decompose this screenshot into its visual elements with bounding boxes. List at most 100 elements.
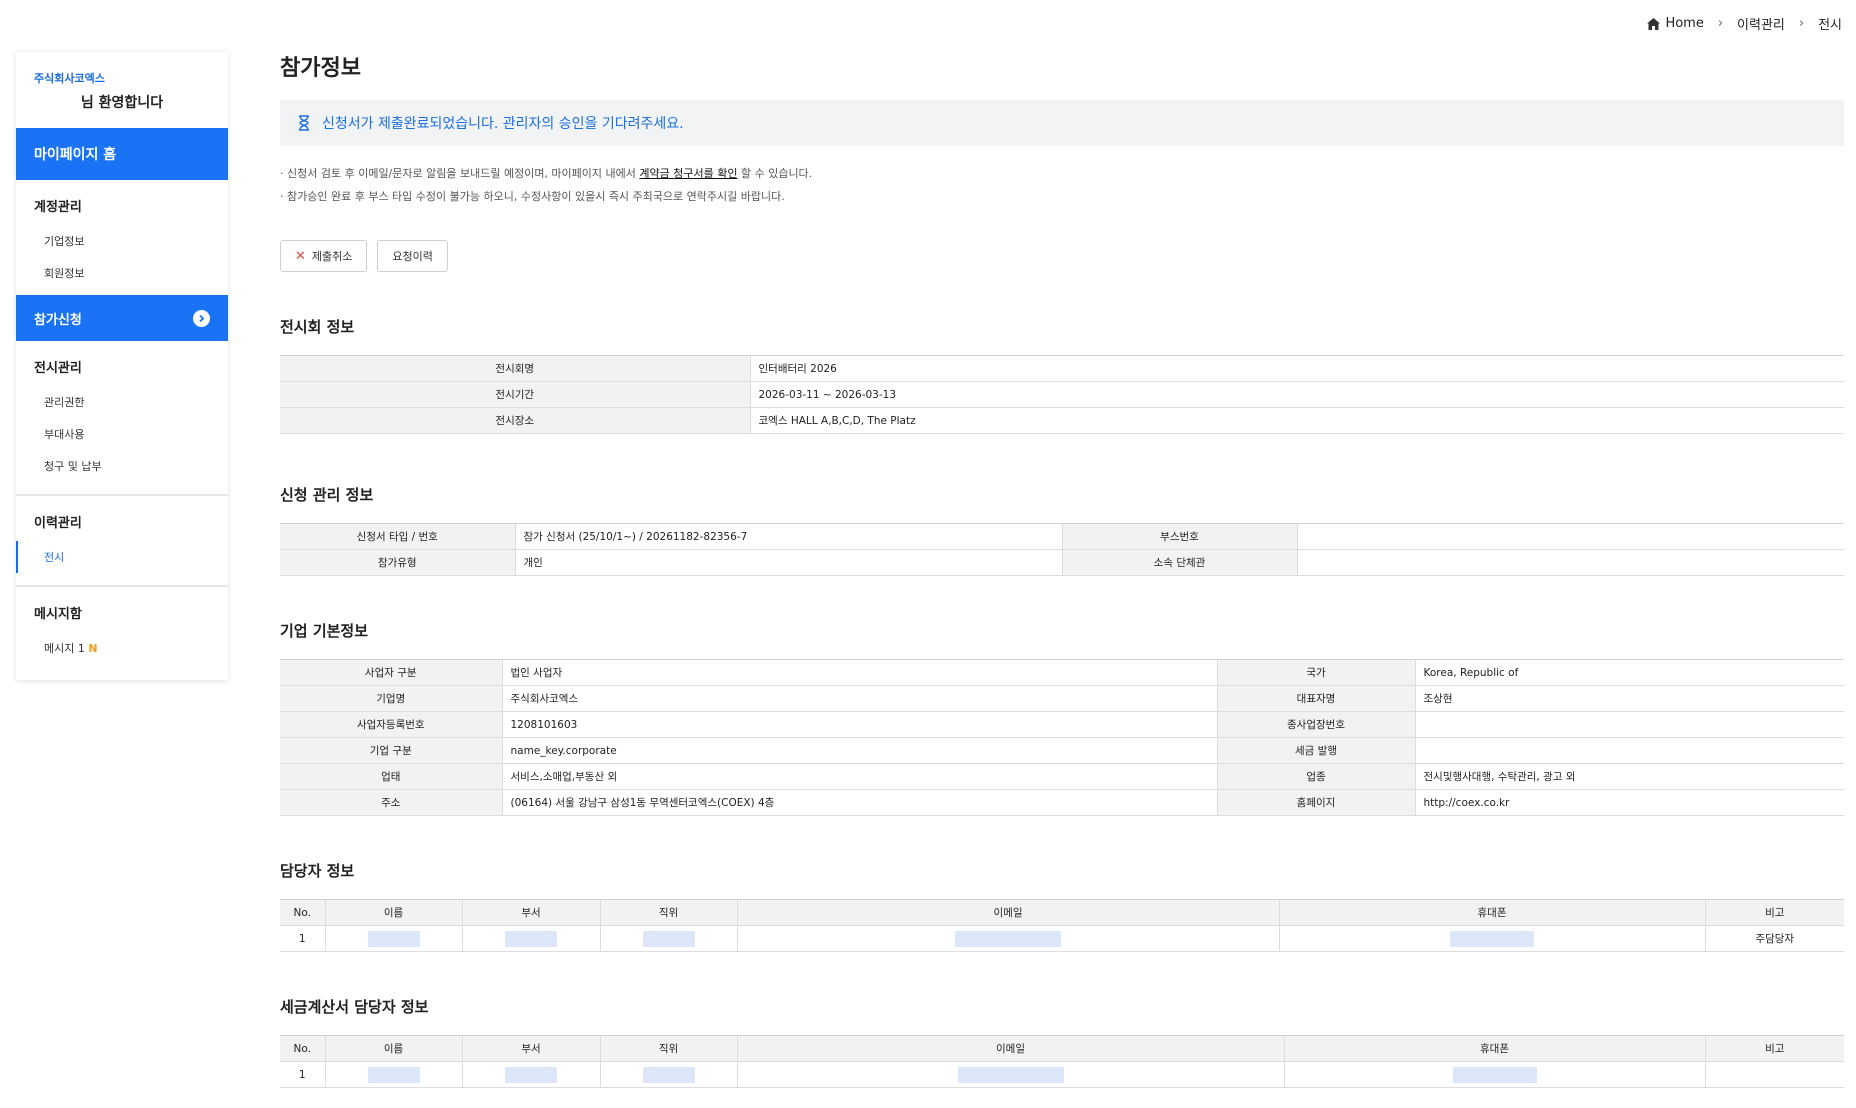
column-header: 이메일	[737, 899, 1280, 926]
exhibition-section: 전시회 정보 전시회명 인터배터리 2026 전시기간 2026-03-11 ~…	[280, 316, 1844, 434]
sidebar-item-mypage-home[interactable]: 마이페이지 홈	[16, 128, 228, 180]
field-value: Korea, Republic of	[1415, 659, 1844, 686]
column-header: 이메일	[737, 1035, 1285, 1062]
field-label: 전시기간	[280, 381, 751, 408]
cancel-submission-label: 제출취소	[311, 250, 353, 263]
sidebar-item-exhibition-history[interactable]: 전시	[16, 541, 210, 573]
column-header: 부서	[462, 1035, 601, 1062]
request-history-button[interactable]: 요청이력	[377, 240, 448, 272]
field-value: 조상현	[1415, 685, 1844, 712]
field-label: 신청서 타입 / 번호	[280, 523, 516, 550]
sidebar-item-billing[interactable]: 청구 및 납부	[34, 450, 210, 482]
field-label: 전시장소	[280, 407, 751, 434]
field-value: 주식회사코엑스	[502, 685, 1218, 712]
sidebar-welcome: 주식회사코엑스 님 환영합니다	[16, 52, 228, 128]
main-content: 참가정보 신청서가 제출완료되었습니다. 관리자의 승인을 기다려주세요. · …	[280, 50, 1844, 1088]
new-badge: N	[88, 642, 98, 655]
table-row: 업태 서비스,소매업,부동산 외 업종 전시및행사대행, 수탁관리, 광고 외	[280, 763, 1844, 790]
chevron-right-circle-icon	[193, 309, 210, 327]
info-line-1-suffix: 할 수 있습니다.	[737, 167, 813, 180]
status-notice-text: 신청서가 제출완료되었습니다. 관리자의 승인을 기다려주세요.	[322, 116, 684, 132]
field-value: 서비스,소매업,부동산 외	[502, 763, 1218, 790]
field-value: 전시및행사대행, 수탁관리, 광고 외	[1415, 763, 1844, 790]
sidebar-group-account: 계정관리 기업정보 회원정보	[16, 180, 228, 295]
sidebar-group-title: 메시지함	[34, 607, 82, 622]
field-value	[1415, 711, 1844, 738]
field-value: 1208101603	[502, 711, 1218, 738]
table-row: 사업자등록번호 1208101603 종사업장번호	[280, 711, 1844, 738]
sidebar-item-messages[interactable]: 메시지 1 N	[34, 632, 210, 664]
column-header: 이름	[325, 899, 463, 926]
manager-table: No. 이름 부서 직위 이메일 휴대폰 비고 1 주담당자	[280, 899, 1844, 952]
sidebar-item-permissions[interactable]: 관리권한	[34, 386, 210, 418]
field-value: name_key.corporate	[502, 737, 1218, 764]
field-value	[1297, 523, 1844, 550]
sidebar-group-message: 메시지함 메시지 1 N	[16, 587, 228, 670]
sidebar-group-title: 전시관리	[34, 361, 82, 376]
redacted-name	[325, 1061, 463, 1088]
column-header: 휴대폰	[1284, 1035, 1706, 1062]
table-row: 1	[280, 1061, 1844, 1088]
field-label: 소속 단체관	[1062, 549, 1298, 576]
info-line-1-text: · 신청서 검토 후 이메일/문자로 알림을 보내드릴 예정이며, 마이페이지 …	[280, 167, 640, 180]
cancel-submission-button[interactable]: ✕ 제출취소	[280, 240, 368, 272]
redacted-email	[737, 1061, 1285, 1088]
field-label: 부스번호	[1062, 523, 1298, 550]
redacted-position	[600, 925, 738, 952]
column-header: 휴대폰	[1279, 899, 1706, 926]
row-number: 1	[280, 925, 326, 952]
info-line-2: · 참가승인 완료 후 부스 타입 수정이 불가능 하오니, 수정사항이 있을시…	[280, 190, 785, 203]
field-value: 2026-03-11 ~ 2026-03-13	[750, 381, 1844, 408]
section-title: 세금계산서 담당자 정보	[280, 998, 429, 1016]
field-value: 참가 신청서 (25/10/1~) / 20261182-82356-7	[515, 523, 1063, 550]
table-row: 기업명 주식회사코엑스 대표자명 조상현	[280, 685, 1844, 712]
note-cell	[1705, 1061, 1844, 1088]
sidebar-group-history: 이력관리 전시	[16, 496, 228, 579]
field-value[interactable]: http://coex.co.kr	[1415, 789, 1844, 816]
section-title: 담당자 정보	[280, 862, 355, 880]
breadcrumb-level1[interactable]: 이력관리	[1737, 14, 1785, 33]
column-header: 부서	[462, 899, 601, 926]
sidebar-item-facility[interactable]: 부대사용	[34, 418, 210, 450]
sidebar-group-title: 계정관리	[34, 200, 82, 215]
field-label: 세금 발행	[1217, 737, 1416, 764]
column-header: 비고	[1705, 1035, 1844, 1062]
column-header: 비고	[1705, 899, 1844, 926]
sidebar-item-apply-label: 참가신청	[34, 312, 82, 328]
sidebar-item-company-info[interactable]: 기업정보	[34, 225, 210, 257]
table-row: 전시장소 코엑스 HALL A,B,C,D, The Platz	[280, 407, 1844, 434]
sidebar-item-member-info[interactable]: 회원정보	[34, 257, 210, 289]
column-header: No.	[280, 899, 326, 926]
field-label: 참가유형	[280, 549, 516, 576]
column-header: No.	[280, 1035, 326, 1062]
redacted-position	[600, 1061, 738, 1088]
application-section: 신청 관리 정보 신청서 타입 / 번호 참가 신청서 (25/10/1~) /…	[280, 484, 1844, 576]
sidebar-company-name: 주식회사코엑스	[34, 72, 105, 85]
table-row: 참가유형 개인 소속 단체관	[280, 549, 1844, 576]
sidebar-greeting: 님 환영합니다	[80, 95, 164, 111]
field-value: 코엑스 HALL A,B,C,D, The Platz	[750, 407, 1844, 434]
breadcrumb-level2[interactable]: 전시	[1818, 14, 1842, 33]
page-title: 참가정보	[280, 56, 361, 81]
column-header: 직위	[600, 1035, 738, 1062]
company-section: 기업 기본정보 사업자 구분 법인 사업자 국가 Korea, Republic…	[280, 620, 1844, 816]
breadcrumb-home[interactable]: Home	[1647, 16, 1704, 31]
note-cell: 주담당자	[1705, 925, 1844, 952]
field-label: 업태	[280, 763, 503, 790]
sidebar-group-exhibit: 전시관리 관리권한 부대사용 청구 및 납부	[16, 341, 228, 488]
sidebar-item-apply[interactable]: 참가신청	[16, 295, 228, 341]
home-icon	[1647, 17, 1661, 30]
field-label: 업종	[1217, 763, 1416, 790]
field-value: 인터배터리 2026	[750, 355, 1844, 382]
field-value	[1415, 737, 1844, 764]
sidebar-group-title: 이력관리	[34, 516, 82, 531]
manager-section: 담당자 정보 No. 이름 부서 직위 이메일 휴대폰 비고 1 주담당자	[280, 860, 1844, 952]
invoice-link[interactable]: 계약금 청구서를 확인	[639, 167, 737, 180]
tax-manager-table: No. 이름 부서 직위 이메일 휴대폰 비고 1	[280, 1035, 1844, 1088]
field-label: 대표자명	[1217, 685, 1416, 712]
table-row: 주소 (06164) 서울 강남구 삼성1동 무역센터코엑스(COEX) 4층 …	[280, 789, 1844, 816]
redacted-email	[737, 925, 1280, 952]
field-value	[1297, 549, 1844, 576]
redacted-phone	[1279, 925, 1706, 952]
breadcrumb: Home › 이력관리 › 전시	[1647, 14, 1842, 33]
